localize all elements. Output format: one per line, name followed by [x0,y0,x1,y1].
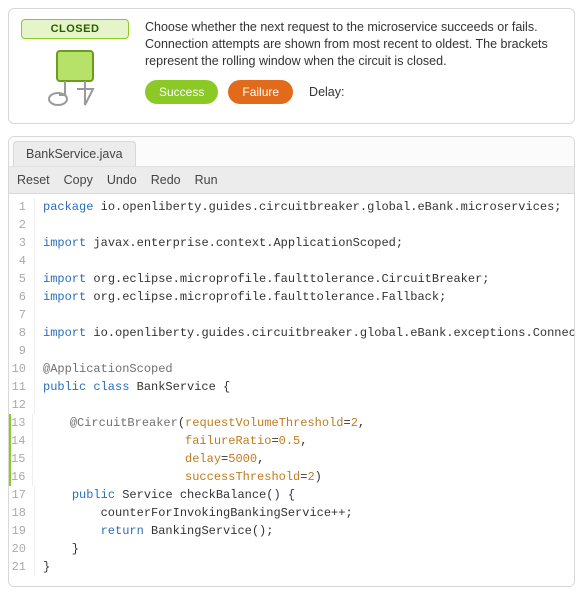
code-text [43,306,574,324]
code-editor: BankService.java Reset Copy Undo Redo Ru… [8,136,575,587]
line-number: 18 [9,504,35,522]
toolbar-redo[interactable]: Redo [151,173,181,187]
line-number: 17 [9,486,35,504]
code-text: import javax.enterprise.context.Applicat… [43,234,574,252]
code-text: } [43,558,574,576]
code-line: 2 [9,216,574,234]
line-number: 16 [9,468,33,486]
line-number: 3 [9,234,35,252]
code-line: 9 [9,342,574,360]
code-text: counterForInvokingBankingService++; [43,504,574,522]
line-number: 4 [9,252,35,270]
code-line: 10 @ApplicationScoped [9,360,574,378]
circuit-status-panel: CLOSED Choose whether the next request t… [8,8,575,124]
code-text: public Service checkBalance() { [43,486,574,504]
line-number: 10 [9,360,35,378]
code-line: 15 delay=5000, [9,450,574,468]
code-text: @CircuitBreaker(requestVolumeThreshold=2… [41,414,574,432]
code-text: } [43,540,574,558]
description-text: Choose whether the next request to the m… [145,19,562,70]
code-text: import org.eclipse.microprofile.faulttol… [43,270,574,288]
code-line: 19 return BankingService(); [9,522,574,540]
code-text: delay=5000, [41,450,574,468]
line-number: 15 [9,450,33,468]
line-number: 14 [9,432,33,450]
line-number: 11 [9,378,35,396]
code-text [43,342,574,360]
code-text: package io.openliberty.guides.circuitbre… [43,198,574,216]
toolbar-run[interactable]: Run [195,173,218,187]
code-line: 17 public Service checkBalance() { [9,486,574,504]
code-line: 20 } [9,540,574,558]
code-line: 3 import javax.enterprise.context.Applica… [9,234,574,252]
code-text: successThreshold=2) [41,468,574,486]
editor-toolbar: Reset Copy Undo Redo Run [9,167,574,194]
line-number: 6 [9,288,35,306]
tab-bankservice[interactable]: BankService.java [13,141,136,166]
line-number: 1 [9,198,35,216]
code-line: 14 failureRatio=0.5, [9,432,574,450]
line-number: 12 [9,396,35,414]
code-text: @ApplicationScoped [43,360,574,378]
line-number: 8 [9,324,35,342]
code-line: 7 [9,306,574,324]
toolbar-reset[interactable]: Reset [17,173,50,187]
code-line: 6 import org.eclipse.microprofile.faultto… [9,288,574,306]
status-badge: CLOSED [21,19,129,39]
delay-label: Delay: [309,85,344,99]
code-line: 4 [9,252,574,270]
code-text: return BankingService(); [43,522,574,540]
code-line: 11 public class BankService { [9,378,574,396]
circuit-closed-icon [25,45,125,109]
code-text [43,252,574,270]
toolbar-copy[interactable]: Copy [64,173,93,187]
code-line: 1 package io.openliberty.guides.circuitbr… [9,198,574,216]
status-column: CLOSED [21,19,129,109]
code-text [43,216,574,234]
code-text: import io.openliberty.guides.circuitbrea… [43,324,574,342]
line-number: 2 [9,216,35,234]
description-column: Choose whether the next request to the m… [145,19,562,109]
code-text: public class BankService { [43,378,574,396]
line-number: 9 [9,342,35,360]
toolbar-undo[interactable]: Undo [107,173,137,187]
line-number: 7 [9,306,35,324]
code-line: 5 import org.eclipse.microprofile.faultto… [9,270,574,288]
code-line: 12 [9,396,574,414]
line-number: 13 [9,414,33,432]
code-text: failureRatio=0.5, [41,432,574,450]
success-button[interactable]: Success [145,80,218,104]
line-number: 19 [9,522,35,540]
line-number: 5 [9,270,35,288]
line-number: 20 [9,540,35,558]
controls-row: Success Failure Delay: [145,80,562,104]
code-line: 13 @CircuitBreaker(requestVolumeThreshol… [9,414,574,432]
editor-tab-bar: BankService.java [9,137,574,167]
failure-button[interactable]: Failure [228,80,293,104]
code-line: 8 import io.openliberty.guides.circuitbre… [9,324,574,342]
line-number: 21 [9,558,35,576]
code-text [43,396,574,414]
code-text: import org.eclipse.microprofile.faulttol… [43,288,574,306]
code-line: 18 counterForInvokingBankingService++; [9,504,574,522]
code-line: 16 successThreshold=2) [9,468,574,486]
code-area[interactable]: 1 package io.openliberty.guides.circuitbr… [9,194,574,586]
code-line: 21} [9,558,574,576]
